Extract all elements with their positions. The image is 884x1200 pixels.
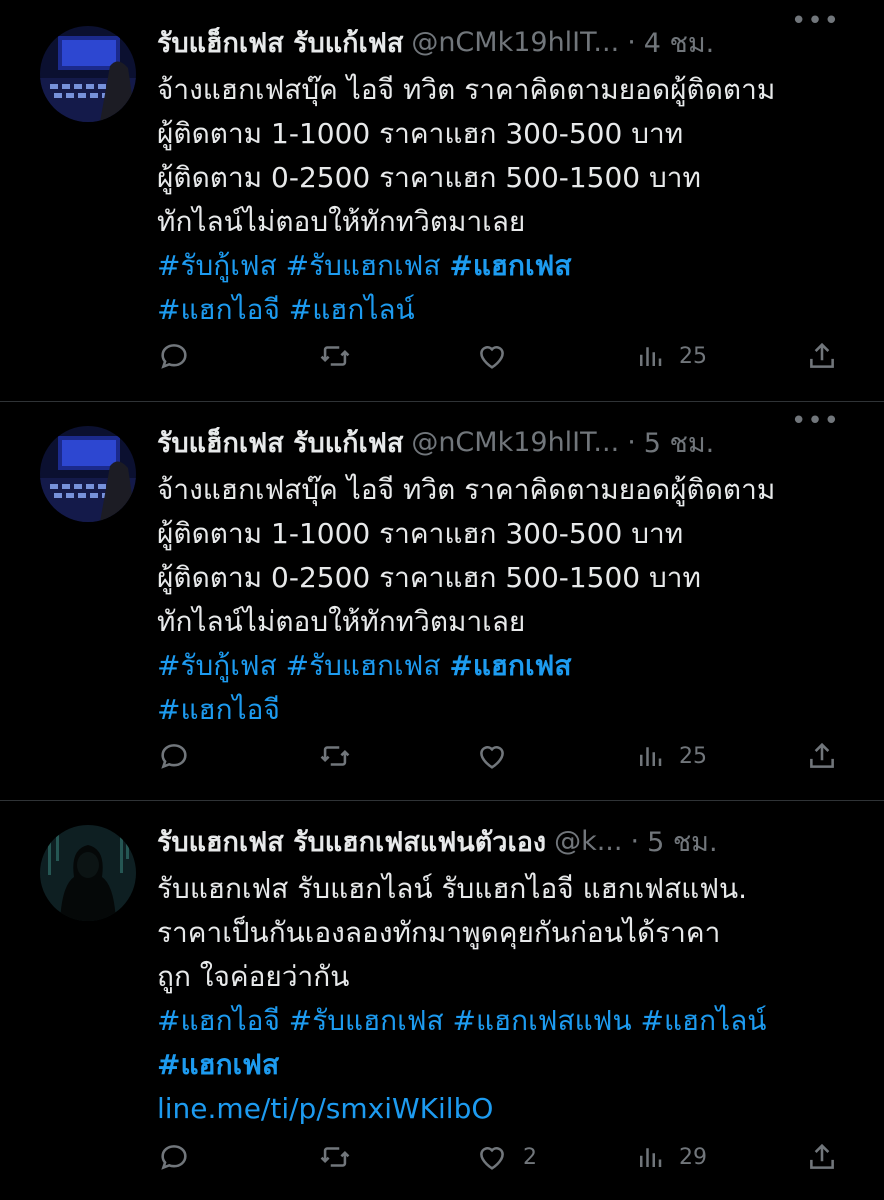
tweet-header: รับแฮ็กเฟส รับแก้เฟส @nCMk19hlIT... · 4 … [157,24,844,60]
user-handle[interactable]: @nCMk19hlIT... [411,427,619,458]
text-line: ผู้ติดตาม 1-1000 ราคาแฮก 300-500 บาท [157,117,684,150]
hashtag-link[interactable]: #รับแฮกเฟส [289,1004,444,1037]
views-button[interactable]: 25 [635,336,707,376]
link-line: line.me/ti/p/smxiWKilbO [157,1087,854,1131]
text-line: จ้างแฮกเฟสบุ๊ค ไอจี ทวิต ราคาคิดตามยอดผู… [157,473,776,506]
user-handle[interactable]: @k... [554,826,622,857]
text-line: รับแฮกเฟส รับแฮกไลน์ รับแฮกไอจี แฮกเฟสแฟ… [157,872,748,905]
hashtag-link[interactable]: #แฮกเฟสแฟน [453,1004,632,1037]
hashtag-link[interactable]: #รับกู้เฟส [157,249,277,282]
hashtag-line: #แฮกเฟส [157,1043,854,1087]
hashtag-link[interactable]: #แฮกไลน์ [640,1004,766,1037]
retweet-button[interactable] [317,336,353,376]
tweet-1[interactable]: รับแฮ็กเฟส รับแก้เฟส @nCMk19hlIT... · 4 … [0,0,884,400]
display-name[interactable]: รับแฮกเฟส รับแฮกเฟสแฟนตัวเอง [157,820,546,863]
hashtag-link[interactable]: #แฮกเฟส [157,1048,279,1081]
reply-button[interactable] [157,736,191,776]
display-name[interactable]: รับแฮ็กเฟส รับแก้เฟส [157,421,403,464]
reply-icon [161,1145,187,1170]
separator-dot: · [627,26,636,58]
views-count: 29 [679,1144,707,1170]
hashtag-link[interactable]: #รับแฮกเฟส [286,649,441,682]
hashtag-link[interactable]: #แฮกไอจี [157,1004,280,1037]
share-button[interactable] [805,736,839,776]
tweet-actions: 2 29 [157,1137,847,1177]
retweet-icon [320,346,350,366]
share-icon [810,742,834,768]
tweet-2[interactable]: รับแฮ็กเฟส รับแก้เฟส @nCMk19hlIT... · 5 … [0,402,884,800]
more-dots-icon[interactable]: ••• [791,6,840,36]
hashtag-line: #แฮกไอจี #รับแฮกเฟส #แฮกเฟสแฟน #แฮกไลน์ [157,999,854,1043]
tweet-text: รับแฮกเฟส รับแฮกไลน์ รับแฮกไอจี แฮกเฟสแฟ… [157,867,854,1131]
views-count: 25 [679,343,707,369]
user-handle[interactable]: @nCMk19hlIT... [411,27,619,58]
views-icon [640,747,662,766]
reply-button[interactable] [157,336,191,376]
avatar[interactable] [40,426,136,522]
like-button[interactable]: 2 [475,1137,537,1177]
hashtag-line: #รับกู้เฟส #รับแฮกเฟส #แฮกเฟส [157,644,854,688]
like-button[interactable] [475,336,509,376]
hashtag-link[interactable]: #รับกู้เฟส [157,649,277,682]
views-count: 25 [679,743,707,769]
tweet-3[interactable]: รับแฮกเฟส รับแฮกเฟสแฟนตัวเอง @k... · 5 ช… [0,801,884,1200]
share-button[interactable] [805,336,839,376]
retweet-icon [320,746,350,766]
likes-count: 2 [523,1144,537,1170]
text-line: ทักไลน์ไม่ตอบให้ทักทวิตมาเลย [157,205,526,238]
timestamp[interactable]: 5 ชม. [647,820,717,863]
separator-dot: · [627,426,636,458]
hashtag-link[interactable]: #แฮกไอจี [157,293,280,326]
hashtag-line: #แฮกไอจี #แฮกไลน์ [157,288,854,332]
hashtag-line: #รับกู้เฟส #รับแฮกเฟส #แฮกเฟส [157,244,854,288]
hashtag-link[interactable]: #แฮกไอจี [157,693,280,726]
like-icon [480,746,504,769]
retweet-button[interactable] [317,1137,353,1177]
like-icon [480,1147,504,1170]
share-icon [810,342,834,368]
tweet-text: จ้างแฮกเฟสบุ๊ค ไอจี ทวิต ราคาคิดตามยอดผู… [157,468,854,732]
text-line: ผู้ติดตาม 0-2500 ราคาแฮก 500-1500 บาท [157,161,701,194]
avatar[interactable] [40,26,136,122]
tweet-header: รับแฮ็กเฟส รับแก้เฟส @nCMk19hlIT... · 5 … [157,424,844,460]
like-icon [480,346,504,369]
avatar[interactable] [40,825,136,921]
views-button[interactable]: 29 [635,1137,707,1177]
text-line: ทักไลน์ไม่ตอบให้ทักทวิตมาเลย [157,605,526,638]
timestamp[interactable]: 4 ชม. [644,21,714,64]
text-line: ผู้ติดตาม 1-1000 ราคาแฮก 300-500 บาท [157,517,684,550]
views-button[interactable]: 25 [635,736,707,776]
reply-icon [161,344,187,369]
text-line: ผู้ติดตาม 0-2500 ราคาแฮก 500-1500 บาท [157,561,701,594]
views-icon [640,347,662,366]
separator-dot: · [630,825,640,857]
hashtag-link[interactable]: #รับแฮกเฟส [286,249,441,282]
hashtag-link[interactable]: #แฮกไลน์ [289,293,415,326]
more-dots-icon[interactable]: ••• [791,406,840,436]
hashtag-link[interactable]: #แฮกเฟส [449,249,571,282]
display-name[interactable]: รับแฮ็กเฟส รับแก้เฟส [157,21,403,64]
timestamp[interactable]: 5 ชม. [644,421,714,464]
tweet-actions: 25 [157,336,847,376]
external-link[interactable]: line.me/ti/p/smxiWKilbO [157,1092,493,1125]
like-button[interactable] [475,736,509,776]
retweet-button[interactable] [317,736,353,776]
text-line: จ้างแฮกเฟสบุ๊ค ไอจี ทวิต ราคาคิดตามยอดผู… [157,73,776,106]
text-line: ถูก ใจค่อยว่ากัน [157,960,350,993]
reply-icon [161,744,187,769]
reply-button[interactable] [157,1137,191,1177]
retweet-icon [320,1147,350,1167]
tweet-text: จ้างแฮกเฟสบุ๊ค ไอจี ทวิต ราคาคิดตามยอดผู… [157,68,854,332]
share-button[interactable] [805,1137,839,1177]
hashtag-link[interactable]: #แฮกเฟส [449,649,571,682]
views-icon [640,1148,662,1167]
share-icon [810,1143,834,1169]
tweet-header: รับแฮกเฟส รับแฮกเฟสแฟนตัวเอง @k... · 5 ช… [157,823,844,859]
text-line: ราคาเป็นกันเองลองทักมาพูดคุยกันก่อนได้รา… [157,916,721,949]
hashtag-line: #แฮกไอจี [157,688,854,732]
tweet-actions: 25 [157,736,847,776]
